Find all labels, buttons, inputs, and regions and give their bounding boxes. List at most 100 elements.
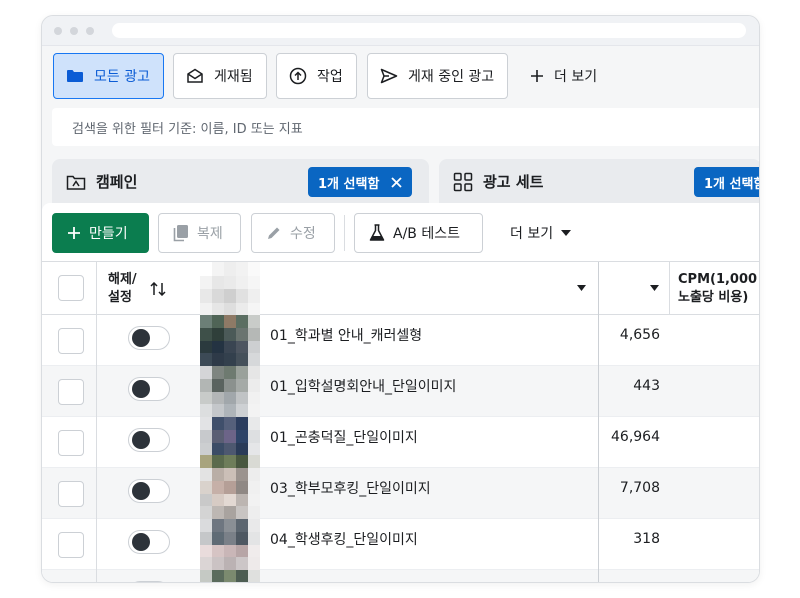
- campaign-selected-badge[interactable]: 1개 선택함: [308, 167, 413, 197]
- cpm-column-header[interactable]: CPM(1,000 노출당 비용): [678, 262, 759, 315]
- window-dot-maximize[interactable]: [86, 27, 94, 35]
- window-dot-close[interactable]: [54, 27, 62, 35]
- name-column-caret-icon[interactable]: [577, 285, 586, 291]
- ad-thumbnail: [200, 366, 260, 417]
- thumbnail-pixel: [236, 340, 248, 354]
- caret-down-icon: [561, 230, 572, 236]
- table-row[interactable]: 04_학생후킹_단일이미지 318: [42, 519, 759, 570]
- thumbnail-pixel: [224, 493, 236, 507]
- ads-table: 해제/ 설정 CPM(1,000 노출당 비용) 01_학과별 안내_캐러셀형 …: [42, 261, 759, 582]
- close-icon[interactable]: [391, 176, 403, 188]
- thumbnail-pixel: [212, 315, 224, 328]
- ad-metric-value: 318: [633, 531, 660, 547]
- table-row[interactable]: 01_입학설명회안내_단일이미지 443: [42, 366, 759, 417]
- ad-status-toggle[interactable]: [128, 479, 170, 503]
- thumbnail-pixel: [224, 442, 236, 456]
- thumbnail-pixel: [200, 429, 212, 443]
- row-checkbox[interactable]: [58, 328, 84, 354]
- table-row[interactable]: 01_학과별 안내_캐러셀형 4,656: [42, 315, 759, 366]
- metric-column-caret-icon[interactable]: [650, 285, 659, 291]
- thumbnail-pixel: [224, 519, 236, 532]
- thumbnail-pixel: [224, 404, 236, 417]
- thumbnail-pixel: [236, 531, 248, 545]
- campaign-title-text: 캠페인: [96, 173, 138, 191]
- table-header: 해제/ 설정 CPM(1,000 노출당 비용): [42, 261, 759, 316]
- table-row[interactable]: 02_파충류덕질_단일이미지 10,063: [42, 570, 759, 582]
- thumbnail-pixel: [224, 366, 236, 379]
- ad-name[interactable]: 01_곤충덕질_단일이미지: [270, 417, 418, 457]
- action-divider: [344, 215, 345, 251]
- thumbnail-pixel: [200, 417, 212, 430]
- thumbnail-pixel: [212, 531, 224, 545]
- more-actions-label: 더 보기: [510, 226, 554, 242]
- active-ads-button[interactable]: 게재 중인 광고: [367, 53, 508, 99]
- toggle-header-text: 해제/ 설정: [108, 271, 137, 307]
- window-dot-minimize[interactable]: [70, 27, 78, 35]
- row-checkbox[interactable]: [58, 481, 84, 507]
- name-column-divider: [598, 366, 599, 417]
- thumbnail-pixel: [200, 442, 212, 456]
- row-checkbox[interactable]: [58, 379, 84, 405]
- name-column-divider: [598, 262, 599, 315]
- edit-button[interactable]: 수정: [251, 213, 335, 253]
- thumbnail-pixel: [200, 340, 212, 354]
- name-column-divider: [598, 315, 599, 366]
- row-checkbox[interactable]: [58, 532, 84, 558]
- task-button[interactable]: 작업: [276, 53, 357, 99]
- thumbnail-pixel: [224, 327, 236, 341]
- thumbnail-pixel: [212, 468, 224, 481]
- duplicate-button[interactable]: 복제: [158, 213, 241, 253]
- published-button[interactable]: 게재됨: [173, 53, 267, 99]
- thumbnail-pixel: [200, 366, 212, 379]
- thumbnail-pixel: [212, 417, 224, 430]
- thumbnail-pixel: [224, 468, 236, 481]
- ad-status-toggle[interactable]: [128, 530, 170, 554]
- ad-status-toggle[interactable]: [128, 326, 170, 350]
- thumbnail-pixel: [212, 519, 224, 532]
- duplicate-label: 복제: [197, 226, 223, 242]
- thumbnail-pixel: [200, 315, 212, 328]
- select-all-checkbox[interactable]: [58, 275, 84, 301]
- thumbnail-pixel: [236, 493, 248, 507]
- ad-status-toggle[interactable]: [128, 581, 170, 582]
- adset-selected-badge[interactable]: 1개 선택함: [694, 167, 759, 197]
- create-button[interactable]: 만들기: [52, 213, 149, 253]
- thumbnail-pixel: [224, 506, 236, 519]
- thumbnail-pixel: [248, 378, 260, 392]
- thumbnail-pixel: [236, 442, 248, 456]
- table-row[interactable]: 03_학부모후킹_단일이미지 7,708: [42, 468, 759, 519]
- thumbnail-pixel: [236, 391, 248, 405]
- ad-name[interactable]: 04_학생후킹_단일이미지: [270, 519, 418, 559]
- thumbnail-pixel: [236, 519, 248, 532]
- ab-test-button[interactable]: A/B 테스트: [354, 213, 483, 253]
- thumbnail-pixel: [236, 480, 248, 494]
- ad-status-toggle[interactable]: [128, 377, 170, 401]
- ad-name[interactable]: 03_학부모후킹_단일이미지: [270, 468, 431, 508]
- thumbnail-pixel: [212, 480, 224, 494]
- table-row[interactable]: 01_곤충덕질_단일이미지 46,964: [42, 417, 759, 468]
- sort-icon[interactable]: [149, 281, 167, 296]
- ad-name[interactable]: 01_입학설명회안내_단일이미지: [270, 366, 456, 406]
- row-checkbox[interactable]: [58, 430, 84, 456]
- thumbnail-pixel: [236, 327, 248, 341]
- thumbnail-pixel: [224, 340, 236, 354]
- toggle-column-header[interactable]: 해제/ 설정: [108, 262, 178, 315]
- more-actions-button[interactable]: 더 보기: [496, 213, 591, 253]
- thumbnail-pixel: [224, 531, 236, 545]
- thumbnail-pixel: [200, 327, 212, 341]
- address-bar[interactable]: [112, 23, 746, 38]
- thumbnail-pixel: [200, 531, 212, 545]
- ad-name[interactable]: 02_파충류덕질_단일이미지: [270, 570, 431, 582]
- thumbnail-pixel: [248, 417, 260, 430]
- ad-status-toggle[interactable]: [128, 428, 170, 452]
- more-views-button[interactable]: 더 보기: [518, 53, 608, 99]
- copy-icon: [173, 225, 188, 242]
- all-ads-button[interactable]: 모든 광고: [53, 53, 164, 99]
- thumbnail-pixel: [200, 506, 212, 519]
- thumbnail-pixel: [200, 544, 212, 558]
- search-filter-input[interactable]: 검색을 위한 필터 기준: 이름, ID 또는 지표: [52, 108, 759, 146]
- upload-circle-icon: [289, 67, 307, 85]
- ad-name[interactable]: 01_학과별 안내_캐러셀형: [270, 315, 422, 355]
- thumbnail-pixel: [212, 353, 224, 366]
- cpm-header-line2: 노출당 비용): [678, 289, 749, 305]
